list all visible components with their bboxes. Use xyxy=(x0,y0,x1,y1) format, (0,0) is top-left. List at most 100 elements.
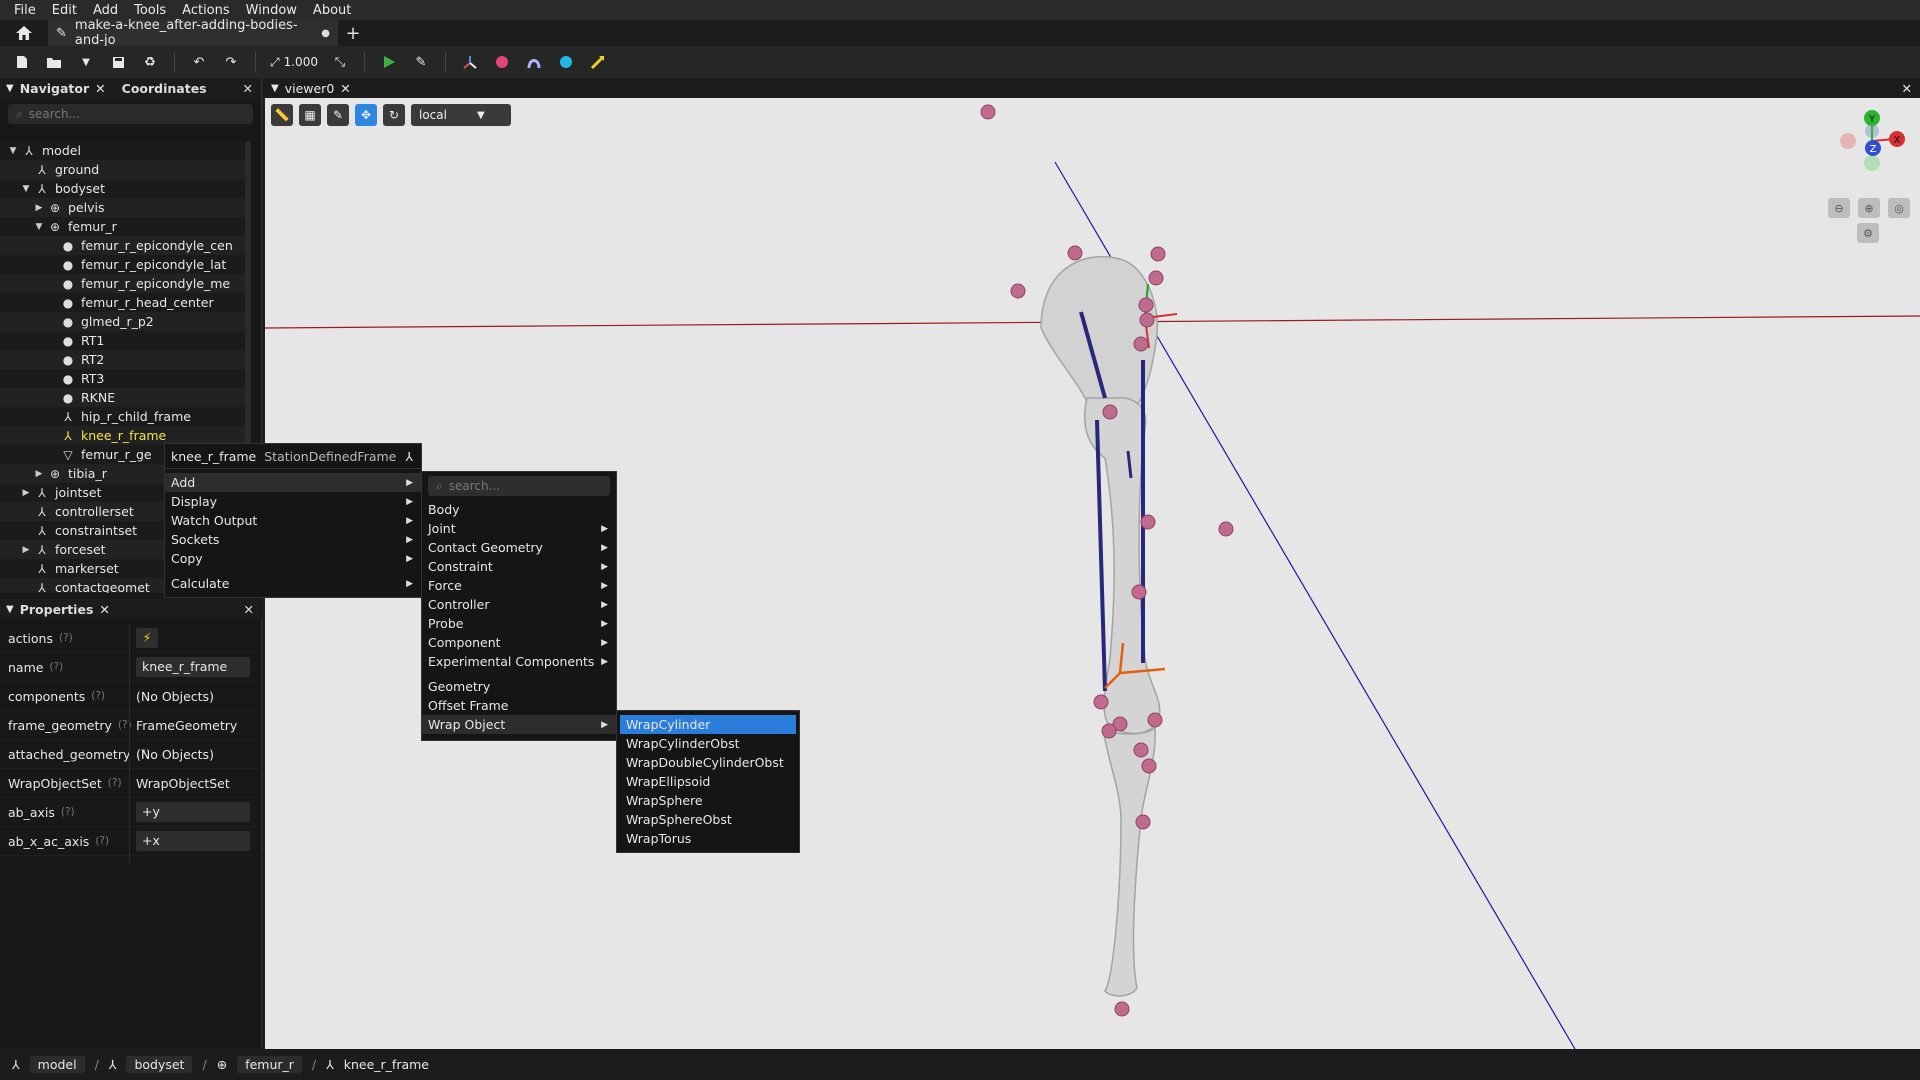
expanded-arrow-icon[interactable]: ▼ xyxy=(6,146,20,156)
collapse-icon[interactable]: ▼ xyxy=(271,83,279,94)
collapsed-arrow-icon[interactable]: ▶ xyxy=(19,545,33,555)
marker-sphere[interactable] xyxy=(1218,521,1234,537)
open-file-button[interactable] xyxy=(40,50,68,74)
tab-navigator[interactable]: Navigator xyxy=(20,81,89,96)
show-wrap-toggle[interactable] xyxy=(552,50,580,74)
rotate-gizmo-button[interactable]: ↻ xyxy=(383,104,405,126)
tree-item-model[interactable]: ▼ ⅄ model xyxy=(0,141,246,160)
marker-sphere[interactable] xyxy=(1147,712,1163,728)
add-menu-item-body[interactable]: Body xyxy=(422,500,616,519)
marker-sphere[interactable] xyxy=(1133,742,1149,758)
tree-item-rt3[interactable]: ● RT3 xyxy=(0,369,246,388)
gizmo-frame-select[interactable]: local ▼ xyxy=(411,104,511,126)
tree-item-rt2[interactable]: ● RT2 xyxy=(0,350,246,369)
save-button[interactable] xyxy=(104,50,132,74)
tree-item-rt1[interactable]: ● RT1 xyxy=(0,331,246,350)
help-marker[interactable]: (?) xyxy=(108,777,122,789)
menu-about[interactable]: About xyxy=(305,3,359,18)
property-value[interactable]: knee_r_frame xyxy=(130,657,262,677)
add-menu-item-probe[interactable]: Probe ▶ xyxy=(422,614,616,633)
show-muscles-toggle[interactable] xyxy=(520,50,548,74)
marker-sphere[interactable] xyxy=(1141,758,1157,774)
collapse-icon[interactable]: ▼ xyxy=(6,604,14,615)
tab-viewer[interactable]: viewer0 xyxy=(285,81,335,96)
actions-lightning-icon[interactable]: ⚡ xyxy=(136,628,158,648)
wrap-menu-item-wrapsphere[interactable]: WrapSphere xyxy=(620,791,796,810)
marker-sphere[interactable] xyxy=(1150,246,1166,262)
viewer-settings-button[interactable]: ⚙ xyxy=(1857,223,1879,243)
tab-coordinates[interactable]: Coordinates xyxy=(122,81,207,96)
tree-item-femur-r-epicondyle-lat[interactable]: ● femur_r_epicondyle_lat xyxy=(0,255,246,274)
marker-sphere[interactable] xyxy=(1010,283,1026,299)
reload-button[interactable]: ♻ xyxy=(136,50,164,74)
close-icon[interactable]: ✕ xyxy=(95,81,105,96)
property-input[interactable]: +y xyxy=(136,802,250,822)
breadcrumb-femur[interactable]: femur_r xyxy=(237,1056,302,1073)
tab-properties[interactable]: Properties xyxy=(20,602,94,617)
menu-tools[interactable]: Tools xyxy=(126,3,174,18)
collapsed-arrow-icon[interactable]: ▶ xyxy=(32,469,46,479)
edit-sim-params-button[interactable]: ✎ xyxy=(407,50,435,74)
tree-item-femur-r-epicondyle-me[interactable]: ● femur_r_epicondyle_me xyxy=(0,274,246,293)
tree-item-glmed-r-p2[interactable]: ● glmed_r_p2 xyxy=(0,312,246,331)
marker-sphere[interactable] xyxy=(1148,270,1164,286)
tree-item-ground[interactable]: ⅄ ground xyxy=(0,160,246,179)
wrap-menu-item-wrapsphereobst[interactable]: WrapSphereObst xyxy=(620,810,796,829)
context-menu-item-add[interactable]: Add ▶ xyxy=(165,473,421,492)
close-icon[interactable]: ✕ xyxy=(99,602,109,617)
close-panel-icon[interactable]: ✕ xyxy=(244,602,254,617)
context-menu-item-sockets[interactable]: Sockets ▶ xyxy=(165,530,421,549)
simulate-button[interactable] xyxy=(375,50,403,74)
collapse-icon[interactable]: ▼ xyxy=(6,83,14,94)
add-menu-item-contact-geometry[interactable]: Contact Geometry ▶ xyxy=(422,538,616,557)
tab-document[interactable]: ✎ make-a-knee_after-adding-bodies-and-jo… xyxy=(48,18,338,48)
add-menu-item-joint[interactable]: Joint ▶ xyxy=(422,519,616,538)
add-search-input[interactable]: ⌕ search... xyxy=(428,476,610,496)
tree-item-femur-r-epicondyle-cen[interactable]: ● femur_r_epicondyle_cen xyxy=(0,236,246,255)
translate-gizmo-button[interactable]: ✥ xyxy=(355,104,377,126)
help-marker[interactable]: (?) xyxy=(95,835,109,847)
expanded-arrow-icon[interactable]: ▼ xyxy=(32,222,46,232)
marker-sphere[interactable] xyxy=(1140,514,1156,530)
measure-button[interactable]: ✎ xyxy=(327,104,349,126)
marker-sphere[interactable] xyxy=(1067,245,1083,261)
add-tab-button[interactable]: + xyxy=(338,23,368,44)
collapsed-arrow-icon[interactable]: ▶ xyxy=(19,488,33,498)
marker-sphere[interactable] xyxy=(980,104,996,120)
marker-sphere[interactable] xyxy=(1138,297,1154,313)
context-menu-item-watch-output[interactable]: Watch Output ▶ xyxy=(165,511,421,530)
marker-sphere[interactable] xyxy=(1101,723,1117,739)
menu-file[interactable]: File xyxy=(6,3,44,18)
context-menu-item-calculate[interactable]: Calculate ▶ xyxy=(165,574,421,593)
show-markers-toggle[interactable] xyxy=(488,50,516,74)
add-menu-item-component[interactable]: Component ▶ xyxy=(422,633,616,652)
help-marker[interactable]: (?) xyxy=(59,632,73,644)
close-viewer-icon[interactable]: ✕ xyxy=(1902,81,1912,96)
ruler-button[interactable]: 📏 xyxy=(271,104,293,126)
property-value[interactable]: +y xyxy=(130,802,262,822)
tree-item-pelvis[interactable]: ▶ ⊕ pelvis xyxy=(0,198,246,217)
menu-actions[interactable]: Actions xyxy=(174,3,238,18)
marker-sphere[interactable] xyxy=(1139,312,1155,328)
zoom-out-button[interactable]: ⊖ xyxy=(1828,198,1850,218)
property-value[interactable]: ⚡ xyxy=(130,628,262,648)
scene-scale-control[interactable]: ⤢ 1.000 xyxy=(266,55,322,70)
show-frames-toggle[interactable] xyxy=(456,50,484,74)
tree-item-hip-r-child-frame[interactable]: ⅄ hip_r_child_frame xyxy=(0,407,246,426)
marker-sphere[interactable] xyxy=(1131,584,1147,600)
context-menu-item-copy[interactable]: Copy ▶ xyxy=(165,549,421,568)
wrap-menu-item-wrapellipsoid[interactable]: WrapEllipsoid xyxy=(620,772,796,791)
help-marker[interactable]: (?) xyxy=(91,690,105,702)
add-menu-item-experimental-components[interactable]: Experimental Components ▶ xyxy=(422,652,616,671)
open-recent-dropdown[interactable]: ▼ xyxy=(72,50,100,74)
home-button[interactable] xyxy=(0,20,48,46)
marker-sphere[interactable] xyxy=(1102,404,1118,420)
add-menu-item-geometry[interactable]: Geometry xyxy=(422,677,616,696)
zoom-in-button[interactable]: ⊕ xyxy=(1858,198,1880,218)
wrap-menu-item-wrapcylinder[interactable]: WrapCylinder xyxy=(620,715,796,734)
add-menu-item-offset-frame[interactable]: Offset Frame xyxy=(422,696,616,715)
redo-button[interactable]: ↷ xyxy=(217,50,245,74)
orientation-gizmo[interactable]: Y X Z xyxy=(1836,106,1906,176)
autoscale-button[interactable]: ⤡ xyxy=(326,50,354,74)
add-menu-item-force[interactable]: Force ▶ xyxy=(422,576,616,595)
